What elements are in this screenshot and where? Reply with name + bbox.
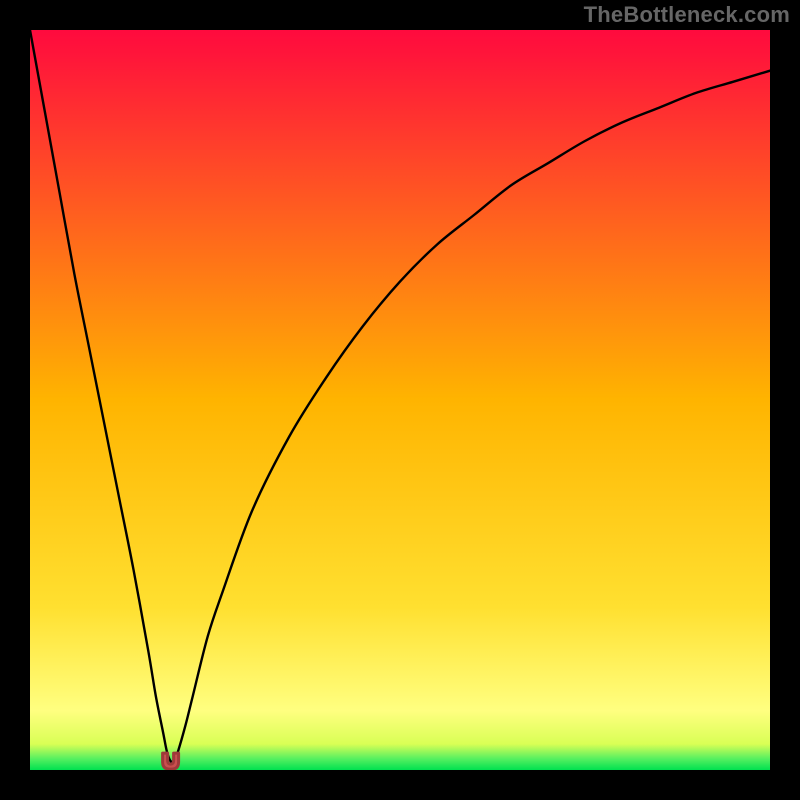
- watermark-text: TheBottleneck.com: [584, 2, 790, 28]
- chart-stage: TheBottleneck.com: [0, 0, 800, 800]
- gradient-backdrop: [30, 30, 770, 770]
- bottleneck-chart: [30, 30, 770, 770]
